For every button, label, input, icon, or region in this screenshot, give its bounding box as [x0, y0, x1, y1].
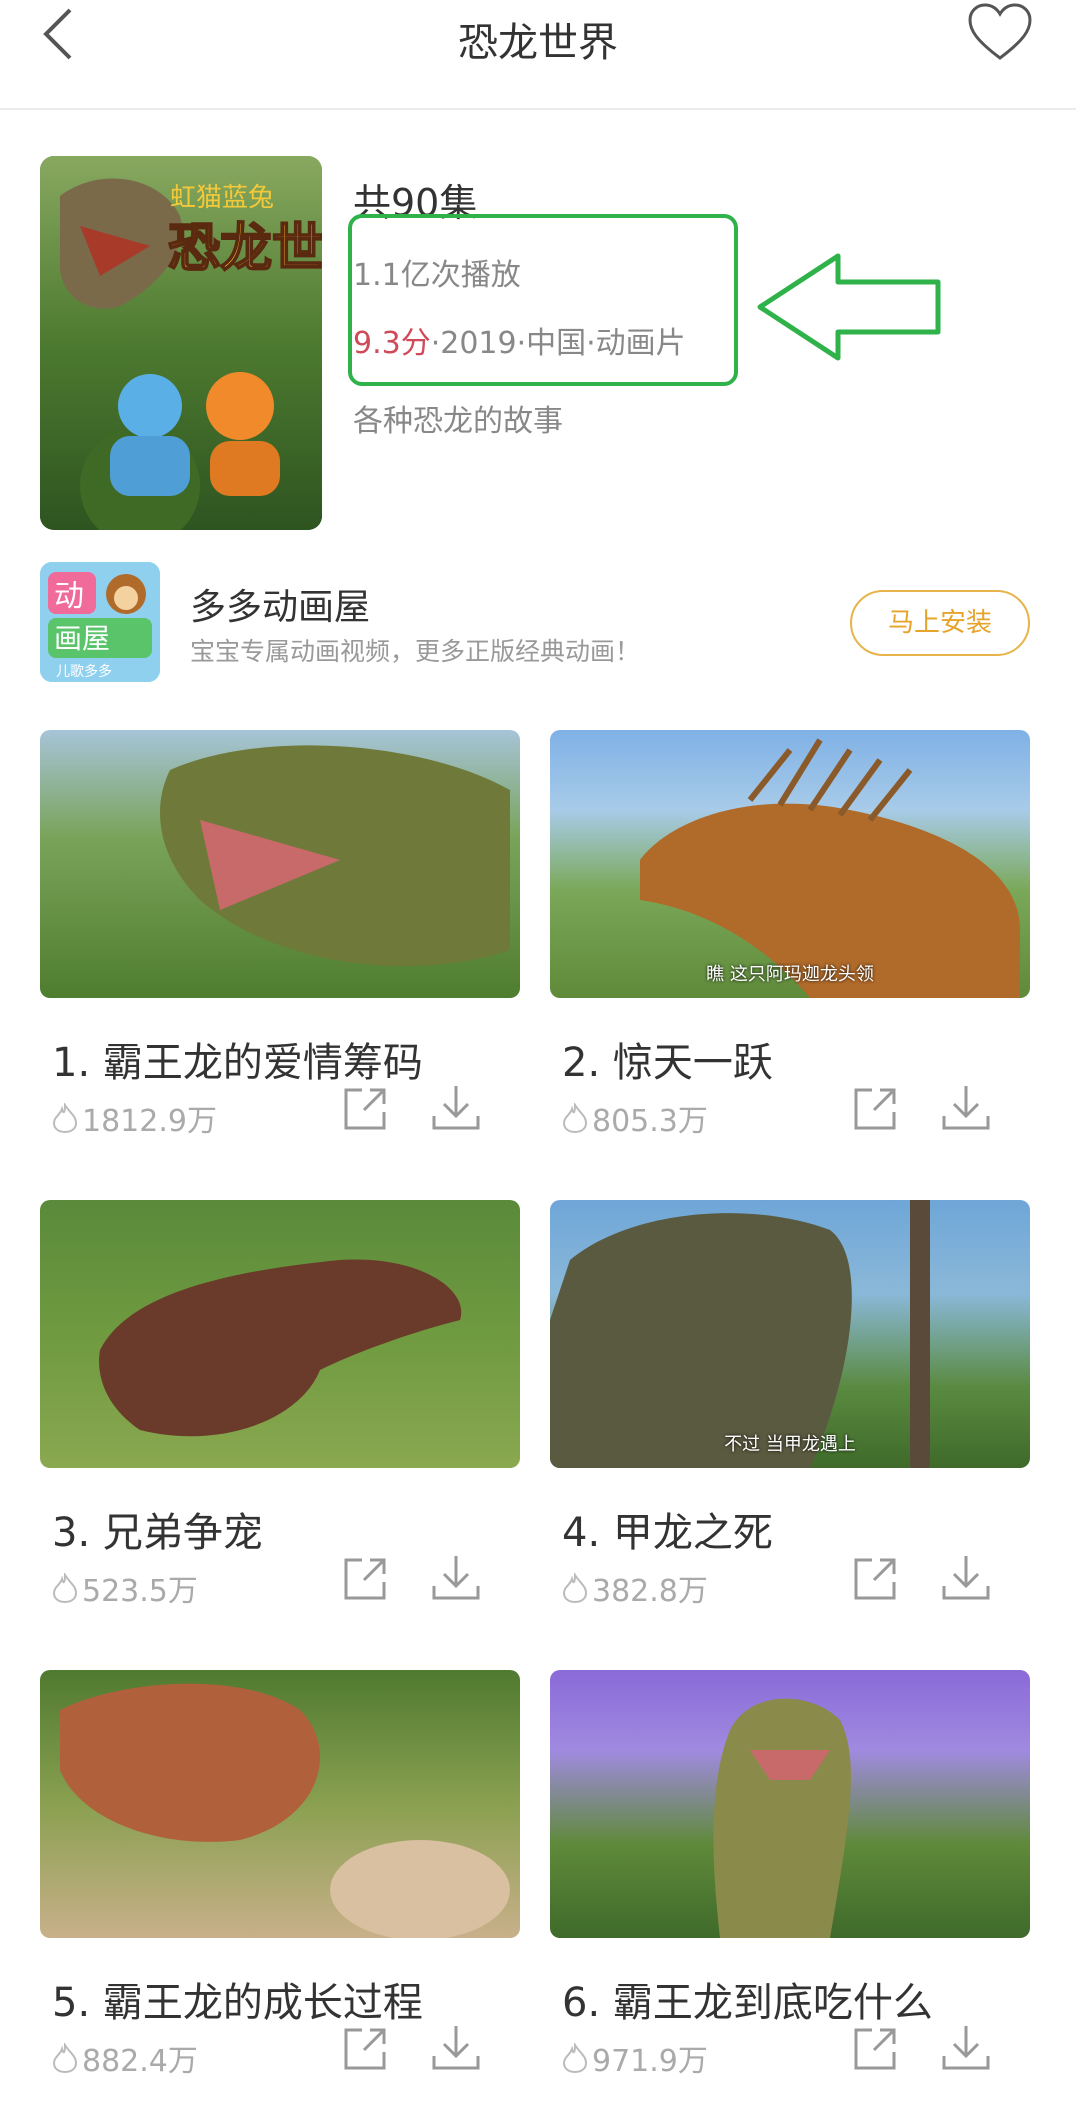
- episode-card-6[interactable]: 6. 霸王龙到底吃什么 971.9万: [550, 1670, 1030, 2079]
- episode-thumbnail[interactable]: [40, 730, 520, 998]
- flame-icon: [562, 1103, 588, 1133]
- share-icon[interactable]: [340, 2022, 392, 2074]
- play-count: 971.9万: [592, 2044, 708, 2079]
- episode-stats: 882.4万: [52, 2036, 198, 2080]
- download-icon[interactable]: [940, 1082, 992, 1134]
- download-icon[interactable]: [430, 2022, 482, 2074]
- promo-app-name: 多多动画屋: [190, 587, 371, 628]
- episode-stats: 971.9万: [562, 2036, 708, 2080]
- episode-title[interactable]: 3. 兄弟争宠: [52, 1500, 263, 1558]
- download-icon[interactable]: [940, 2022, 992, 2074]
- flame-icon: [562, 2043, 588, 2073]
- episode-thumbnail[interactable]: [550, 1670, 1030, 1938]
- episode-card-1[interactable]: 1. 霸王龙的爱情筹码 1812.9万: [40, 730, 520, 1139]
- highlight-box: [348, 214, 738, 386]
- favorite-heart-icon[interactable]: [966, 2, 1034, 62]
- share-icon[interactable]: [340, 1552, 392, 1604]
- flame-icon: [52, 2043, 78, 2073]
- show-description: 各种恐龙的故事: [353, 404, 563, 439]
- play-count: 805.3万: [592, 1104, 708, 1139]
- download-icon[interactable]: [430, 1082, 482, 1134]
- show-poster: 虹猫蓝兔 恐龙世界: [40, 156, 322, 530]
- play-count: 382.8万: [592, 1574, 708, 1609]
- play-count: 882.4万: [82, 2044, 198, 2079]
- episode-thumbnail[interactable]: [40, 1200, 520, 1468]
- flame-icon: [52, 1103, 78, 1133]
- page-title: 恐龙世界: [458, 20, 618, 66]
- poster-logo: 恐龙世界: [168, 219, 322, 279]
- episode-card-3[interactable]: 3. 兄弟争宠 523.5万: [40, 1200, 520, 1609]
- poster-brand: 虹猫蓝兔: [170, 183, 274, 213]
- share-icon[interactable]: [340, 1082, 392, 1134]
- episode-thumbnail[interactable]: 不过 当甲龙遇上: [550, 1200, 1030, 1468]
- flame-icon: [52, 1573, 78, 1603]
- promo-tagline: 宝宝专属动画视频，更多正版经典动画！: [190, 637, 641, 666]
- svg-text:动: 动: [54, 579, 84, 614]
- download-icon[interactable]: [940, 1552, 992, 1604]
- thumbnail-subtitle: 不过 当甲龙遇上: [724, 1434, 856, 1455]
- episode-stats: 523.5万: [52, 1566, 198, 1610]
- episode-card-5[interactable]: 5. 霸王龙的成长过程 882.4万: [40, 1670, 520, 2079]
- play-count: 1812.9万: [82, 1104, 217, 1139]
- download-icon[interactable]: [430, 1552, 482, 1604]
- play-count: 523.5万: [82, 1574, 198, 1609]
- episode-title[interactable]: 5. 霸王龙的成长过程: [52, 1970, 423, 2028]
- thumbnail-subtitle: 瞧 这只阿玛迦龙头领: [706, 964, 874, 985]
- flame-icon: [562, 1573, 588, 1603]
- episode-stats: 805.3万: [562, 1096, 708, 1140]
- episode-title[interactable]: 4. 甲龙之死: [562, 1500, 773, 1558]
- episode-title[interactable]: 1. 霸王龙的爱情筹码: [52, 1030, 423, 1088]
- annotation-arrow-icon: [757, 253, 941, 361]
- episode-stats: 1812.9万: [52, 1096, 217, 1140]
- episode-thumbnail[interactable]: 瞧 这只阿玛迦龙头领: [550, 730, 1030, 998]
- share-icon[interactable]: [850, 1552, 902, 1604]
- share-icon[interactable]: [850, 1082, 902, 1134]
- svg-text:画屋: 画屋: [54, 622, 110, 655]
- top-nav-bar: 恐龙世界: [0, 0, 1076, 110]
- app-logo[interactable]: 动 画屋 儿歌多多: [40, 562, 160, 682]
- episode-card-4[interactable]: 不过 当甲龙遇上 4. 甲龙之死 382.8万: [550, 1200, 1030, 1609]
- svg-text:儿歌多多: 儿歌多多: [56, 663, 112, 680]
- share-icon[interactable]: [850, 2022, 902, 2074]
- episode-thumbnail[interactable]: [40, 1670, 520, 1938]
- install-button[interactable]: 马上安装: [850, 590, 1030, 656]
- episode-stats: 382.8万: [562, 1566, 708, 1610]
- episode-title[interactable]: 2. 惊天一跃: [562, 1030, 773, 1088]
- episode-card-2[interactable]: 瞧 这只阿玛迦龙头领 2. 惊天一跃 805.3万: [550, 730, 1030, 1139]
- episode-title[interactable]: 6. 霸王龙到底吃什么: [562, 1970, 933, 2028]
